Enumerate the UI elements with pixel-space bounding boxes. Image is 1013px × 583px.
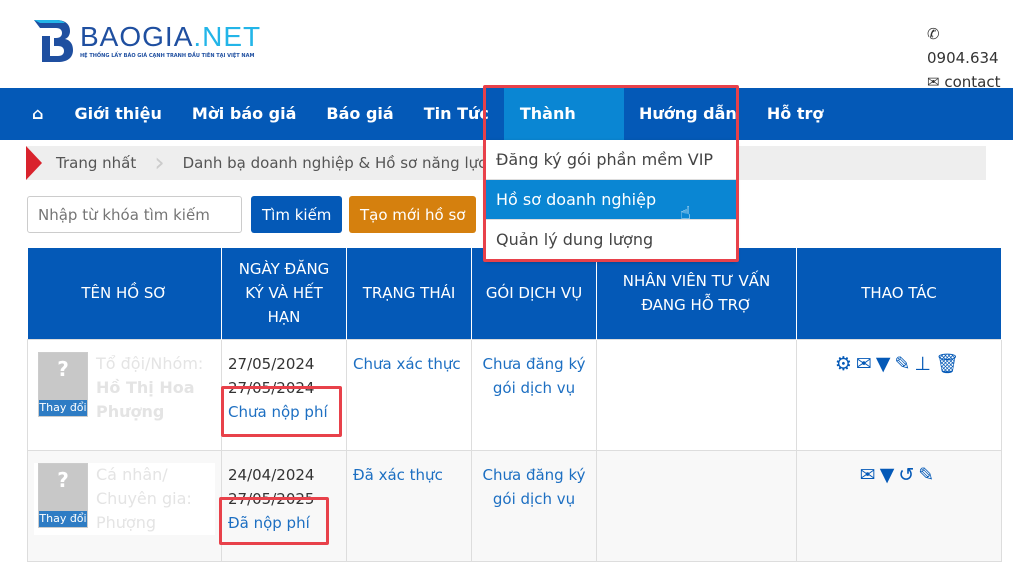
highlight-fee-1 (221, 386, 342, 437)
history-icon[interactable]: ↺ (898, 464, 918, 486)
envelope-icon[interactable]: ✉ (860, 464, 880, 486)
col-dates: NGÀY ĐĂNG KÝ VÀ HẾT HẠN (221, 248, 347, 339)
breadcrumb-home[interactable]: Trang nhất (42, 154, 154, 172)
sitemap-icon[interactable]: ⊥ (914, 353, 935, 375)
avatar: ? Thay đổi (38, 351, 88, 417)
nav-moi-bao-gia[interactable]: Mời báo giá (177, 88, 312, 140)
nav-bao-gia[interactable]: Báo giá (311, 88, 408, 140)
create-profile-button[interactable]: Tạo mới hồ sơ (349, 196, 477, 233)
nav-ho-tro[interactable]: Hỗ trợ (752, 88, 838, 140)
support-staff (596, 449, 797, 562)
logo[interactable]: BAOGIA.NET HỆ THỐNG LẤY BÁO GIÁ CẠNH TRA… (32, 18, 261, 64)
verify-status[interactable]: Đã xác thực (346, 449, 472, 562)
search-input[interactable] (27, 196, 242, 233)
search-button[interactable]: Tìm kiếm (251, 196, 343, 233)
col-actions: THAO TÁC (796, 248, 1002, 339)
nav-gioi-thieu[interactable]: Giới thiệu (59, 88, 176, 140)
highlight-fee-2 (219, 497, 329, 545)
gears-icon[interactable]: ⚙ (835, 353, 856, 375)
phone-icon: ✆ (927, 25, 940, 43)
registered-date: 24/04/2024 (228, 465, 315, 484)
logo-mark-icon (34, 20, 73, 62)
actions: ✉▼↺✎ (796, 449, 1002, 562)
trash-icon[interactable]: 🗑 (935, 353, 963, 375)
filter-icon[interactable]: ▼ (876, 353, 895, 375)
profile-table: TÊN HỒ SƠ NGÀY ĐĂNG KÝ VÀ HẾT HẠN TRẠNG … (27, 248, 1002, 562)
filter-icon[interactable]: ▼ (880, 464, 899, 486)
contact-info: ✆ 0904.634 ✉ contact (927, 22, 1013, 94)
registered-date: 27/05/2024 (228, 354, 315, 373)
breadcrumb-separator: › (154, 148, 165, 178)
change-avatar-button[interactable]: Thay đổi (39, 399, 87, 416)
profile-type: Cá nhân/ Chuyên gia: (96, 464, 192, 508)
col-name: TÊN HỒ SƠ (27, 248, 222, 339)
col-status: TRẠNG THÁI (346, 248, 472, 339)
actions: ⚙✉▼✎⊥🗑 (796, 338, 1002, 451)
table-row: ? Thay đổi Tổ đội/Nhóm: Hồ Thị Hoa Phượng … (27, 338, 1002, 451)
change-avatar-button[interactable]: Thay đổi (39, 510, 87, 527)
verify-status[interactable]: Chưa xác thực (346, 338, 472, 451)
envelope-icon[interactable]: ✉ (856, 353, 876, 375)
edit-icon[interactable]: ✎ (918, 464, 938, 486)
profile-type: Tổ đội/Nhóm: (96, 353, 204, 373)
service-package[interactable]: Chưa đăng ký gói dịch vụ (471, 338, 597, 451)
home-icon[interactable]: ⌂ (0, 88, 59, 140)
support-staff (596, 338, 797, 451)
edit-icon[interactable]: ✎ (894, 353, 914, 375)
breadcrumb-directory[interactable]: Danh bạ doanh nghiệp & Hồ sơ năng lực (169, 154, 505, 172)
service-package[interactable]: Chưa đăng ký gói dịch vụ (471, 449, 597, 562)
avatar: ? Thay đổi (38, 462, 88, 528)
table-row: ? Thay đổi Cá nhân/ Chuyên gia: Phượng 24/… (27, 449, 1002, 562)
logo-tagline: HỆ THỐNG LẤY BÁO GIÁ CẠNH TRANH ĐẦU TIÊN… (80, 53, 255, 59)
logo-name: BAOGIA.NET (80, 21, 262, 52)
breadcrumb-marker (26, 146, 42, 180)
highlight-menu (483, 85, 739, 262)
phone[interactable]: ✆ 0904.634 (927, 22, 1013, 70)
